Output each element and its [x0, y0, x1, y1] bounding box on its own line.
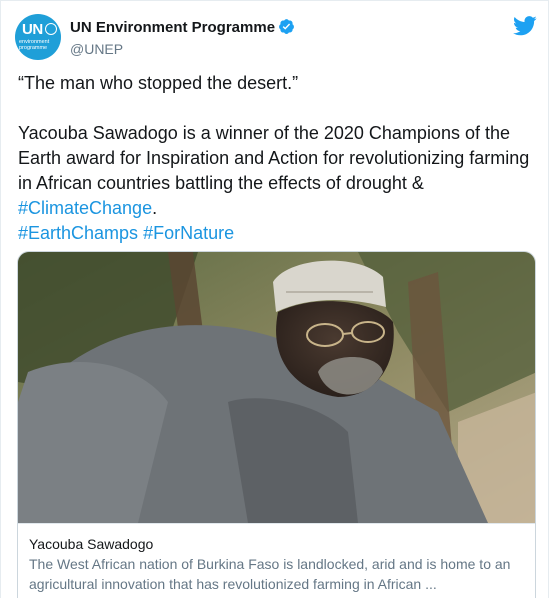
tweet-text: “The man who stopped the desert.” Yacoub…	[18, 71, 538, 246]
card-photo	[18, 252, 535, 523]
verified-badge-icon	[278, 18, 295, 40]
display-name[interactable]: UN Environment Programme	[70, 19, 275, 36]
account-names: UN Environment Programme @UNEP	[70, 18, 295, 58]
tweet-container: UN environment programme UN Environment …	[0, 0, 549, 598]
account-handle[interactable]: @UNEP	[70, 40, 295, 58]
avatar-logo-text: UN	[22, 21, 43, 38]
hashtag-climatechange[interactable]: #ClimateChange	[18, 198, 152, 218]
un-globe-icon	[45, 23, 57, 35]
twitter-bird-icon[interactable]	[513, 16, 537, 41]
card-body: Yacouba Sawadogo The West African nation…	[18, 523, 535, 598]
tweet-quote: “The man who stopped the desert.”	[18, 73, 299, 93]
hashtag-earthchamps[interactable]: #EarthChamps	[18, 223, 138, 243]
tweet-header: UN environment programme UN Environment …	[15, 14, 537, 60]
hashtag-fornature[interactable]: #ForNature	[143, 223, 234, 243]
tweet-body-paragraph: Yacouba Sawadogo is a winner of the 2020…	[18, 121, 538, 221]
link-card[interactable]: Yacouba Sawadogo The West African nation…	[17, 251, 536, 598]
card-title: Yacouba Sawadogo	[29, 536, 154, 552]
hashtag-line: #EarthChamps #ForNature	[18, 221, 538, 246]
card-description: The West African nation of Burkina Faso …	[29, 556, 511, 592]
avatar-subtext: environment programme	[19, 39, 50, 51]
tweet-body-end: .	[152, 198, 158, 218]
tweet-body: Yacouba Sawadogo is a winner of the 2020…	[18, 123, 530, 193]
avatar[interactable]: UN environment programme	[15, 14, 61, 60]
